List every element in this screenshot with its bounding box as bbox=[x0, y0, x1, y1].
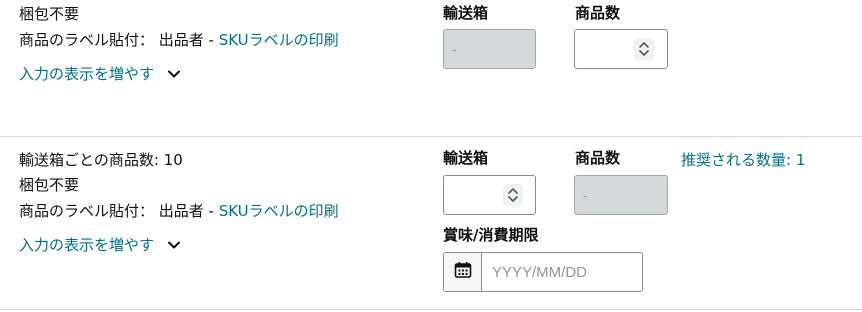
stepper-icon[interactable] bbox=[503, 184, 523, 206]
item2-show-more-toggle[interactable]: 入力の表示を増やす bbox=[19, 235, 181, 255]
item2-detail-units-per-box: 輸送箱ごとの商品数: 10 bbox=[19, 151, 183, 169]
stepper-icon[interactable] bbox=[634, 38, 654, 60]
item2-show-more-label: 入力の表示を増やす bbox=[19, 236, 155, 254]
row-divider bbox=[0, 136, 862, 137]
item1-detail-packing: 梱包不要 bbox=[19, 5, 80, 23]
item2-expiry-field bbox=[443, 252, 643, 292]
item2-label-prefix: 商品のラベル貼付： 出品者 - bbox=[19, 202, 219, 220]
item1-qty-label: 商品数 bbox=[575, 4, 621, 22]
item2-expiry-input[interactable] bbox=[482, 253, 642, 291]
row-divider bbox=[0, 309, 862, 310]
item1-label-line: 商品のラベル貼付： 出品者 - SKUラベルの印刷 bbox=[19, 30, 339, 50]
item2-box-label: 輸送箱 bbox=[443, 149, 489, 167]
item2-recommended-qty: 推奨される数量: 1 bbox=[681, 151, 806, 169]
item1-show-more-toggle[interactable]: 入力の表示を増やす bbox=[19, 64, 181, 84]
item1-sku-label-print-link[interactable]: SKUラベルの印刷 bbox=[219, 31, 339, 49]
calendar-button[interactable] bbox=[444, 253, 482, 291]
item1-show-more-label: 入力の表示を増やす bbox=[19, 65, 155, 83]
item2-expiry-label: 賞味/消費期限 bbox=[443, 226, 539, 244]
item1-box-label: 輸送箱 bbox=[443, 4, 489, 22]
chevron-down-icon bbox=[168, 241, 181, 249]
item2-qty-label: 商品数 bbox=[575, 149, 621, 167]
item2-qty-input[interactable] bbox=[574, 175, 668, 215]
item2-label-line: 商品のラベル貼付： 出品者 - SKUラベルの印刷 bbox=[19, 201, 339, 221]
item2-detail-packing: 梱包不要 bbox=[19, 176, 80, 194]
chevron-down-icon bbox=[168, 70, 181, 78]
calendar-icon bbox=[454, 261, 472, 283]
item1-box-input[interactable] bbox=[443, 29, 536, 69]
item1-label-prefix: 商品のラベル貼付： 出品者 - bbox=[19, 31, 219, 49]
item2-sku-label-print-link[interactable]: SKUラベルの印刷 bbox=[219, 202, 339, 220]
